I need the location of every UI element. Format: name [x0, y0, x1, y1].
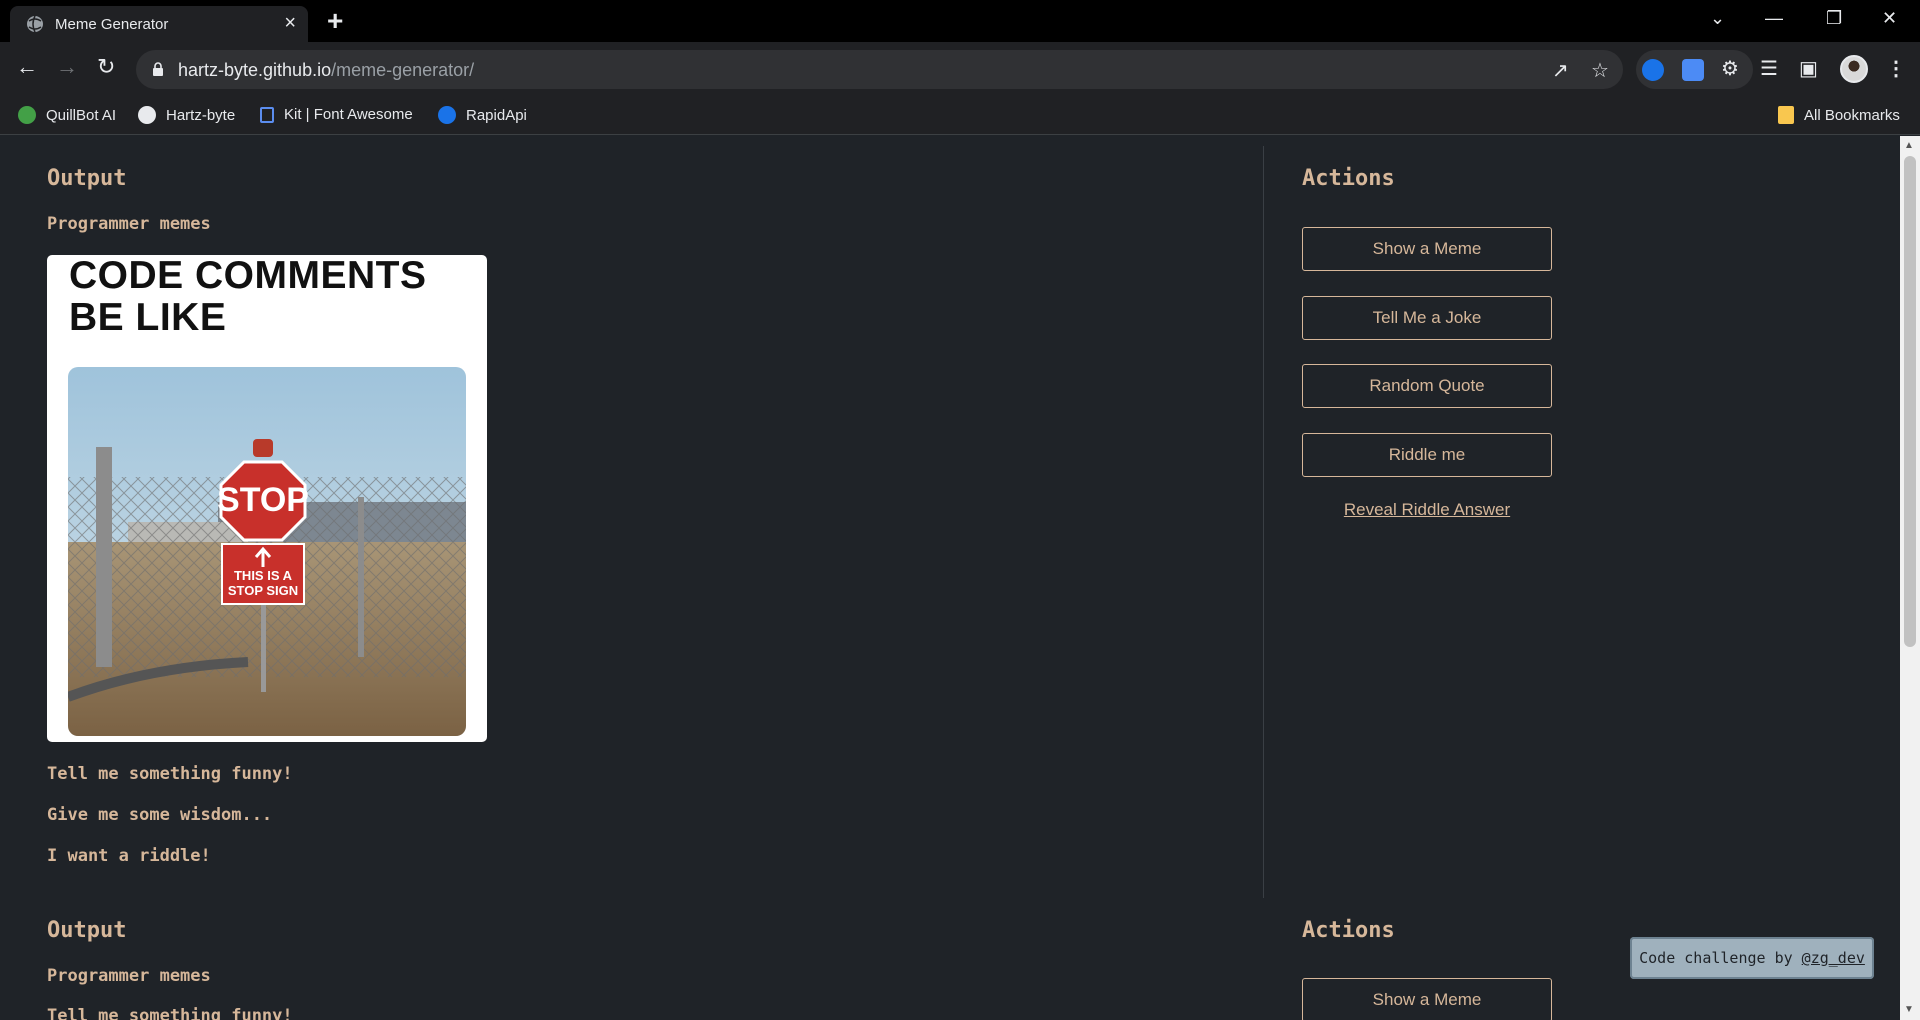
random-quote-button[interactable]: Random Quote: [1302, 364, 1552, 408]
address-bar[interactable]: hartz-byte.github.io/meme-generator/ ↗ ☆: [136, 50, 1623, 89]
meme-category: Programmer memes: [47, 214, 211, 234]
puzzle-extensions-icon[interactable]: ⚙: [1721, 56, 1739, 81]
meme-photo: STOP THIS IS A STOP SIGN: [68, 367, 466, 736]
scroll-down-icon[interactable]: ▼: [1904, 1004, 1914, 1015]
back-icon[interactable]: ←: [16, 54, 38, 80]
meme-caption: CODE COMMENTS BE LIKE: [69, 255, 427, 339]
joke-prompt-2: Tell me something funny!: [47, 1006, 293, 1020]
restore-icon[interactable]: ❐: [1826, 7, 1842, 29]
globe-icon: [27, 15, 43, 33]
stop-sign-text: STOP: [217, 481, 309, 519]
bookmark-font-awesome[interactable]: Kit | Font Awesome: [260, 106, 413, 123]
all-bookmarks[interactable]: All Bookmarks: [1778, 106, 1900, 124]
rapidapi-icon: [438, 106, 456, 124]
browser-menu-icon[interactable]: ⋮: [1886, 56, 1906, 81]
folder-icon: [1778, 106, 1794, 124]
shazam-extension-icon[interactable]: [1642, 59, 1664, 81]
meme-image: CODE COMMENTS BE LIKE STOP THIS IS A STO…: [47, 255, 487, 742]
side-panel-icon[interactable]: ▣: [1799, 56, 1818, 81]
page-content: Output Programmer memes CODE COMMENTS BE…: [0, 136, 1900, 1020]
author-link[interactable]: @zg_dev: [1802, 949, 1865, 967]
profile-avatar[interactable]: [1840, 55, 1868, 83]
meme-category-2: Programmer memes: [47, 966, 211, 986]
sign-note-line2: STOP SIGN: [228, 583, 298, 598]
bookmark-star-icon[interactable]: ☆: [1591, 58, 1609, 83]
tab-title: Meme Generator: [55, 16, 169, 33]
forward-icon[interactable]: →: [56, 54, 78, 80]
output-heading-2: Output: [47, 918, 127, 943]
actions-heading: Actions: [1302, 166, 1395, 191]
output-heading: Output: [47, 166, 127, 191]
bookmark-hartz-byte[interactable]: Hartz-byte: [138, 106, 235, 124]
browser-toolbar: ← → ↻ hartz-byte.github.io/meme-generato…: [0, 42, 1920, 97]
browser-tab[interactable]: Meme Generator ×: [10, 6, 308, 42]
column-divider: [1263, 146, 1264, 898]
flag-icon: [260, 106, 274, 123]
github-icon: [138, 106, 156, 124]
show-meme-button[interactable]: Show a Meme: [1302, 227, 1552, 271]
reload-icon[interactable]: ↻: [97, 54, 115, 80]
new-tab-button[interactable]: +: [327, 6, 343, 36]
page-scrollbar[interactable]: ▲ ▼: [1900, 136, 1920, 1020]
lock-icon: [153, 62, 163, 76]
bookmarks-bar: QuillBot AI Hartz-byte Kit | Font Awesom…: [0, 97, 1920, 135]
bookmark-quillbot[interactable]: QuillBot AI: [18, 106, 116, 124]
url-text: hartz-byte.github.io/meme-generator/: [178, 60, 475, 80]
translate-extension-icon[interactable]: [1682, 59, 1704, 81]
minimize-icon[interactable]: —: [1765, 7, 1783, 29]
tab-search-icon[interactable]: ⌄: [1710, 7, 1725, 29]
bookmark-rapidapi[interactable]: RapidApi: [438, 106, 527, 124]
quillbot-icon: [18, 106, 36, 124]
tell-joke-button[interactable]: Tell Me a Joke: [1302, 296, 1552, 340]
actions-heading-2: Actions: [1302, 918, 1395, 943]
scrollbar-thumb[interactable]: [1904, 156, 1916, 647]
code-challenge-badge: Code challenge by @zg_dev: [1630, 937, 1874, 979]
show-meme-button-2[interactable]: Show a Meme: [1302, 978, 1552, 1020]
riddle-me-button[interactable]: Riddle me: [1302, 433, 1552, 477]
tab-close-icon[interactable]: ×: [284, 13, 296, 33]
quote-prompt: Give me some wisdom...: [47, 805, 273, 825]
tab-strip: Meme Generator × + ⌄ — ❐ ✕: [0, 0, 1920, 42]
joke-prompt: Tell me something funny!: [47, 764, 293, 784]
sign-note-line1: THIS IS A: [234, 568, 293, 583]
reveal-riddle-answer-link[interactable]: Reveal Riddle Answer: [1302, 500, 1552, 520]
scroll-up-icon[interactable]: ▲: [1904, 140, 1914, 151]
window-close-icon[interactable]: ✕: [1882, 7, 1897, 29]
media-queue-icon[interactable]: ☰: [1760, 56, 1778, 81]
share-icon[interactable]: ↗: [1552, 58, 1569, 83]
riddle-prompt: I want a riddle!: [47, 846, 211, 866]
